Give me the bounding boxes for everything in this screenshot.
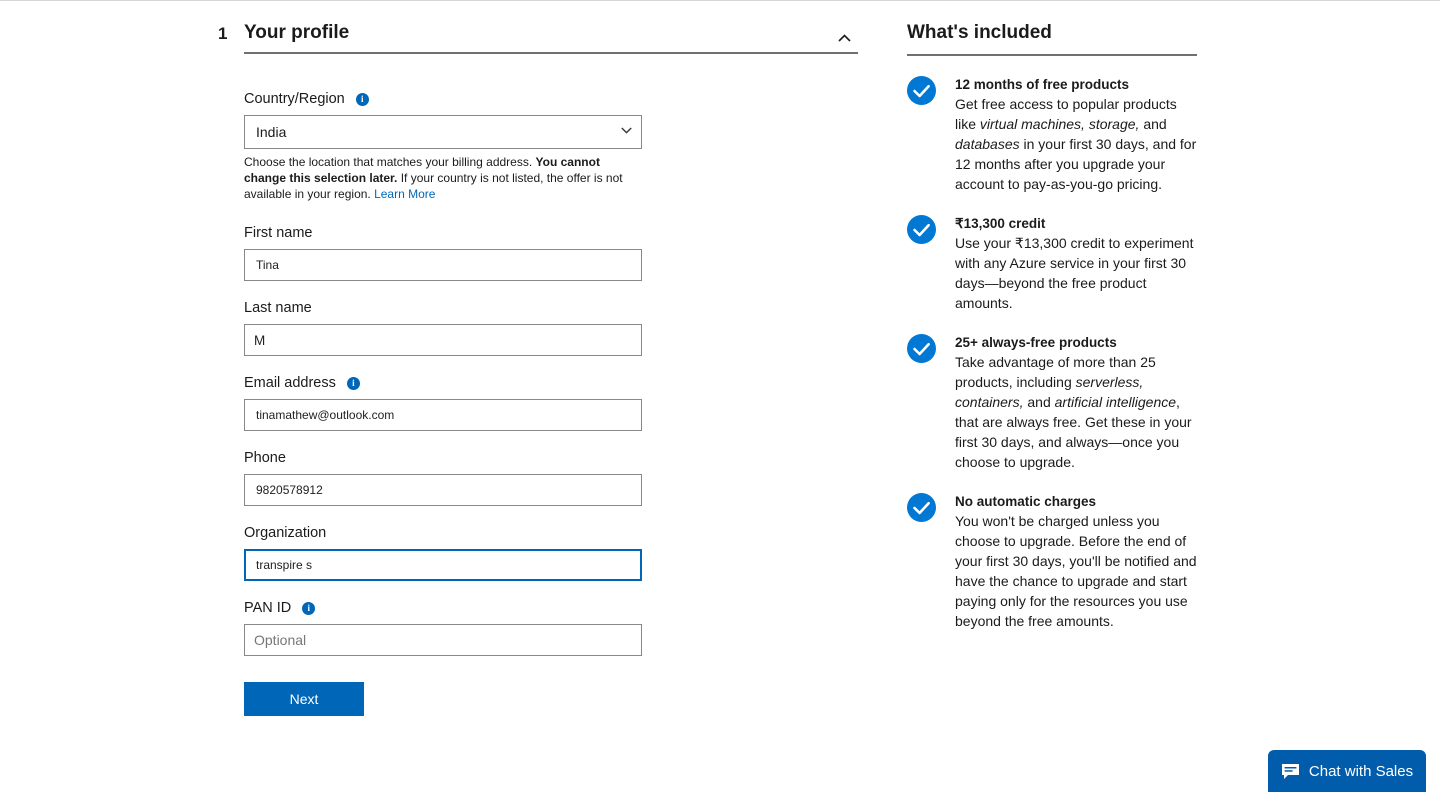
country-select[interactable]: India (244, 115, 642, 149)
organization-label: Organization (244, 525, 327, 541)
whats-included-panel: What's included 12 months of free produc… (907, 22, 1199, 651)
learn-more-link[interactable]: Learn More (374, 187, 435, 201)
last-name-input[interactable] (244, 324, 642, 356)
benefit-emphasis: artificial intelligence (1054, 394, 1177, 410)
benefit-title: No automatic charges (955, 494, 1097, 509)
benefit-item: 25+ always-free products Take advantage o… (907, 333, 1199, 472)
check-circle-icon (907, 493, 936, 522)
collapse-section-button[interactable] (830, 26, 858, 50)
page-top-divider (0, 0, 1440, 1)
email-label-text: Email address (244, 375, 336, 391)
organization-input[interactable] (244, 549, 642, 581)
chat-with-sales-label: Chat with Sales (1308, 762, 1414, 780)
benefit-item: ₹13,300 credit Use your ₹13,300 credit to… (907, 214, 1199, 313)
check-circle-icon (907, 334, 936, 363)
country-label-text: Country/Region (244, 91, 345, 107)
benefit-body: 25+ always-free products Take advantage o… (955, 333, 1199, 472)
benefit-item: No automatic charges You won't be charged… (907, 492, 1199, 631)
info-icon[interactable]: i (346, 376, 360, 390)
benefit-title: ₹13,300 credit (955, 216, 1046, 231)
first-name-input[interactable] (244, 249, 642, 281)
rail-divider (907, 54, 1197, 56)
check-circle-icon (907, 76, 936, 105)
first-name-label: First name (244, 225, 313, 241)
section-divider (244, 52, 858, 54)
country-select-wrap: India (244, 115, 642, 149)
benefit-emphasis: databases (955, 136, 1020, 152)
chevron-up-icon (837, 34, 851, 42)
info-icon[interactable]: i (355, 92, 369, 106)
benefit-item: 12 months of free products Get free acces… (907, 75, 1199, 194)
benefit-text: Get free access to popular products like… (955, 94, 1199, 194)
benefit-text-run: and (1023, 394, 1055, 410)
benefit-body: No automatic charges You won't be charged… (955, 492, 1199, 631)
check-circle-icon (907, 215, 936, 244)
country-label: Country/Region i (244, 90, 642, 108)
helper-prefix: Choose the location that matches your bi… (244, 155, 536, 169)
page-title: Your profile (244, 22, 350, 43)
step-number: 1 (218, 24, 228, 43)
phone-input[interactable] (244, 474, 642, 506)
benefit-text: Take advantage of more than 25 products,… (955, 352, 1199, 472)
section-header: 1 Your profile (218, 22, 860, 58)
benefit-text-run: Use your ₹13,300 credit to experiment wi… (955, 235, 1194, 311)
benefit-body: ₹13,300 credit Use your ₹13,300 credit to… (955, 214, 1199, 313)
country-helper-text: Choose the location that matches your bi… (244, 154, 642, 202)
benefit-emphasis: virtual machines, storage, (979, 116, 1140, 132)
info-icon[interactable]: i (302, 601, 316, 615)
last-name-label: Last name (244, 300, 312, 316)
benefit-text-run: You won't be charged unless you choose t… (955, 513, 1197, 629)
email-input[interactable] (244, 399, 642, 431)
pan-id-label-text: PAN ID (244, 600, 292, 616)
rail-title: What's included (907, 22, 1052, 43)
profile-form-section: 1 Your profile Country/Region i India Ch… (218, 22, 860, 716)
next-button[interactable]: Next (244, 682, 364, 716)
chat-bubble-icon (1281, 763, 1299, 779)
benefit-body: 12 months of free products Get free acces… (955, 75, 1199, 194)
chat-with-sales-button[interactable]: Chat with Sales (1268, 750, 1426, 792)
pan-id-label: PAN ID i (244, 599, 642, 617)
benefit-title: 25+ always-free products (955, 335, 1117, 350)
benefit-list: 12 months of free products Get free acces… (907, 75, 1199, 631)
phone-label: Phone (244, 450, 286, 466)
benefit-title: 12 months of free products (955, 77, 1130, 92)
email-label: Email address i (244, 374, 642, 392)
pan-id-input[interactable] (244, 624, 642, 656)
benefit-text: You won't be charged unless you choose t… (955, 511, 1199, 631)
benefit-text-run: and (1139, 116, 1167, 132)
form-fields: Country/Region i India Choose the locati… (244, 90, 642, 716)
benefit-text: Use your ₹13,300 credit to experiment wi… (955, 233, 1199, 313)
